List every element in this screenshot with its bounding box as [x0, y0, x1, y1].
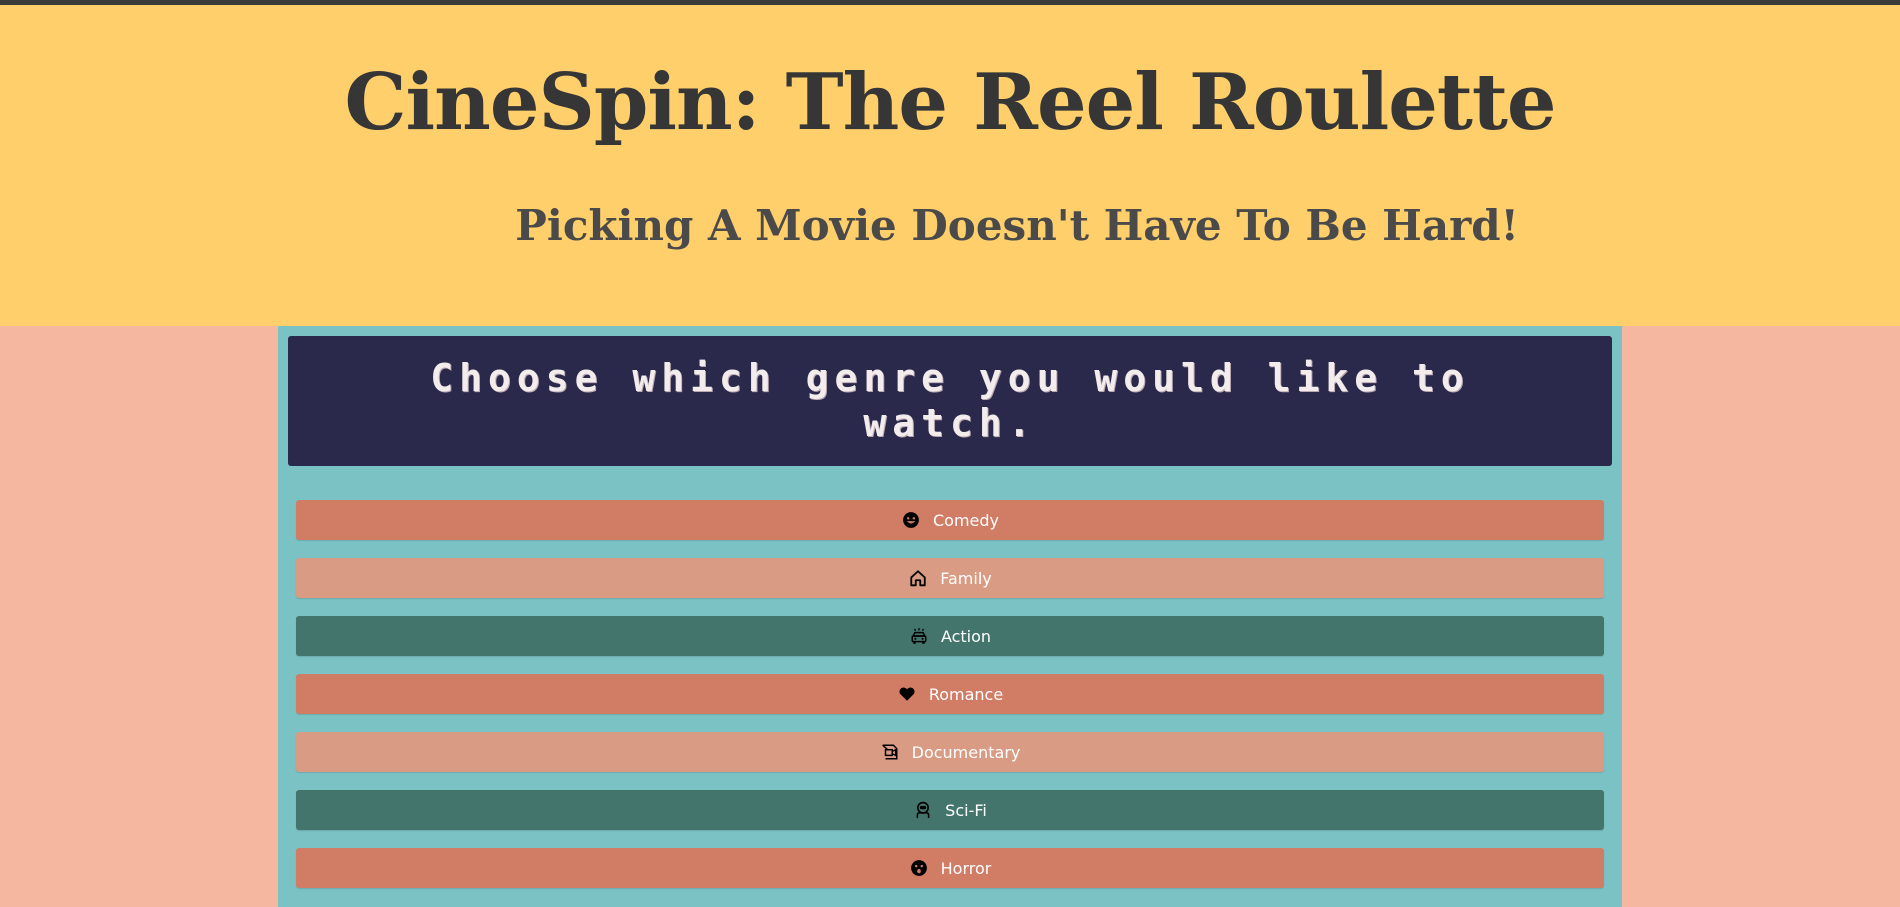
- genre-label: Documentary: [911, 742, 1021, 762]
- genre-label: Sci-Fi: [945, 800, 987, 820]
- site-header: CineSpin: The Reel Roulette Picking A Mo…: [0, 5, 1900, 326]
- film-projector-icon: [880, 742, 900, 762]
- romance-button[interactable]: Romance: [296, 674, 1604, 714]
- heart-icon: [897, 684, 917, 704]
- genre-label: Family: [940, 568, 992, 588]
- page-title: CineSpin: The Reel Roulette: [344, 57, 1556, 148]
- action-button[interactable]: Action: [296, 616, 1604, 656]
- genre-panel: Choose which genre you would like to wat…: [278, 326, 1622, 907]
- home-icon: [908, 568, 928, 588]
- prompt-box: Choose which genre you would like to wat…: [288, 336, 1612, 466]
- documentary-button[interactable]: Documentary: [296, 732, 1604, 772]
- genre-label: Action: [940, 626, 992, 646]
- scared-face-icon: [909, 858, 929, 878]
- prompt-text: Choose which genre you would like to wat…: [430, 356, 1470, 445]
- smile-icon: [901, 510, 921, 530]
- police-car-icon: [909, 626, 929, 646]
- genre-label: Romance: [928, 684, 1004, 704]
- sci-fi-button[interactable]: Sci-Fi: [296, 790, 1604, 830]
- genre-list: Comedy Family Action Romance Documentary: [296, 500, 1604, 906]
- genre-label: Comedy: [932, 510, 999, 530]
- genre-label: Horror: [940, 858, 992, 878]
- astronaut-icon: [913, 800, 933, 820]
- comedy-button[interactable]: Comedy: [296, 500, 1604, 540]
- horror-button[interactable]: Horror: [296, 848, 1604, 888]
- family-button[interactable]: Family: [296, 558, 1604, 598]
- page-subtitle: Picking A Movie Doesn't Have To Be Hard!: [515, 201, 1519, 250]
